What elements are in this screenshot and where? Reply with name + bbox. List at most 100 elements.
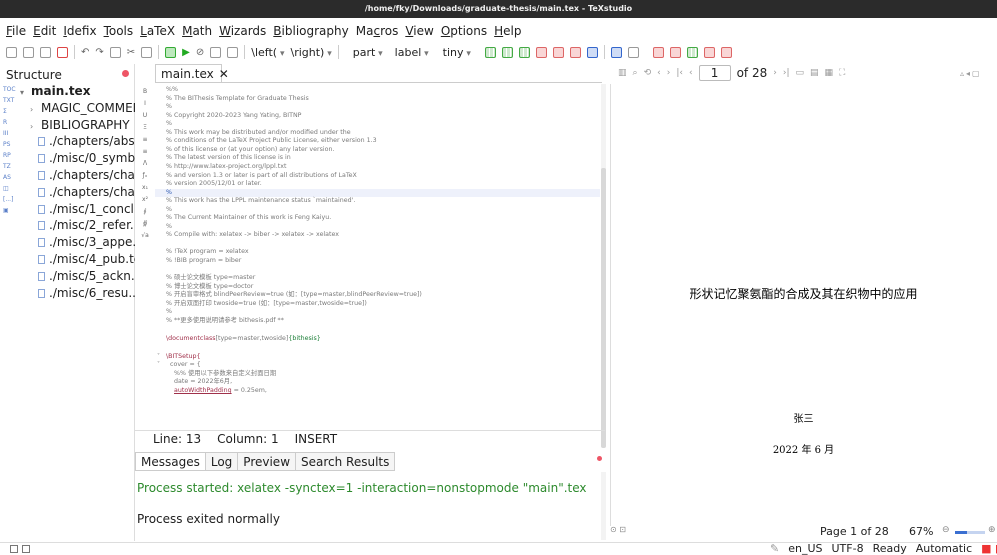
undo-icon[interactable]: ↶ [81, 47, 89, 58]
side-panel-icon[interactable]: TZ [3, 163, 17, 171]
new-file-icon[interactable] [6, 46, 17, 58]
expand-arrow-icon[interactable]: ▾ [20, 85, 28, 100]
zoom-in-icon[interactable]: ⊕ [988, 525, 996, 535]
format-icon[interactable]: x² [142, 196, 148, 203]
format-icon[interactable]: x₁ [142, 184, 148, 191]
insert-graphic-icon[interactable] [720, 46, 732, 58]
menu-item[interactable]: View [405, 24, 433, 38]
table-add-row-icon[interactable] [501, 46, 513, 58]
pdf-forward-icon[interactable]: › [667, 68, 671, 78]
tree-file-item[interactable]: ./misc/4_pub.tex [20, 251, 135, 268]
table-add-column-icon[interactable] [518, 46, 530, 58]
messages-scrollbar[interactable] [601, 472, 606, 540]
stop-icon[interactable]: ⊘ [196, 47, 204, 58]
close-file-icon[interactable] [57, 46, 68, 58]
pdf-last-page-icon[interactable]: ›| [783, 68, 790, 78]
format-icon[interactable]: Ξ [143, 124, 147, 131]
encoding-indicator[interactable]: UTF-8 [832, 542, 864, 555]
menu-item[interactable]: Options [441, 24, 487, 38]
side-panel-icon[interactable]: III [3, 130, 17, 138]
pdf-continuous-icon[interactable]: ▤ [810, 68, 819, 78]
copy-icon[interactable] [109, 46, 121, 58]
side-panel-icon[interactable]: R [3, 119, 17, 127]
right-delimiter-dropdown[interactable]: \right) [290, 46, 331, 59]
editor-scrollbar[interactable] [601, 84, 606, 448]
pdf-grid-icon[interactable]: ▦ [825, 68, 834, 78]
menu-item[interactable]: LaTeX [140, 24, 175, 38]
messages-close-icon[interactable] [597, 456, 602, 461]
font-size-dropdown[interactable]: tiny [443, 46, 471, 59]
tab-main-tex[interactable]: main.tex ✕ [155, 64, 229, 83]
insert-figure-icon[interactable] [703, 46, 715, 58]
language-indicator[interactable]: en_US [788, 542, 822, 555]
spellcheck-icon[interactable]: ✎ [770, 542, 779, 555]
side-panel-icon[interactable]: AS [3, 174, 17, 182]
status-flag-icon[interactable]: ■ ■ ■ [981, 542, 997, 555]
tree-file-item[interactable]: ./chapters/cha... [20, 167, 135, 184]
messages-tab[interactable]: Log [204, 452, 239, 471]
format-icon[interactable]: √a [141, 232, 149, 239]
insert-comment-icon[interactable] [669, 46, 681, 58]
tree-file-item[interactable]: ./misc/1_concl... [20, 201, 135, 218]
code-editor[interactable]: %%% The BIThesis Template for Graduate T… [155, 84, 600, 426]
pdf-sync-icon[interactable] [610, 46, 622, 58]
expand-arrow-icon[interactable]: › [30, 119, 38, 134]
tree-file-item[interactable]: ./chapters/cha... [20, 184, 135, 201]
pdf-back-icon[interactable]: ‹ [657, 68, 661, 78]
side-panel-icon[interactable]: Σ [3, 108, 17, 116]
table-cut-column-icon[interactable] [569, 46, 581, 58]
open-file-icon[interactable] [23, 46, 34, 58]
pdf-sync-toggle-icon[interactable]: ⊙ ⊡ [610, 525, 626, 534]
side-panel-icon[interactable]: ◫ [3, 185, 17, 193]
left-delimiter-dropdown[interactable]: \left( [251, 46, 284, 59]
format-icon[interactable]: ≡ [142, 148, 147, 155]
table-align-icon[interactable] [586, 46, 598, 58]
messages-tab[interactable]: Preview [237, 452, 297, 471]
side-panel-icon[interactable]: TOC [3, 86, 17, 94]
zoom-out-icon[interactable]: ⊖ [942, 525, 950, 535]
menu-item[interactable]: File [6, 24, 26, 38]
side-panel-icon[interactable]: ▣ [3, 207, 17, 215]
menu-item[interactable]: Macros [356, 24, 399, 38]
tree-group[interactable]: › BIBLIOGRAPHY [20, 117, 135, 134]
reference-dropdown[interactable]: label [395, 46, 429, 59]
table-icon[interactable] [484, 46, 496, 58]
paste-icon[interactable] [141, 46, 153, 58]
fold-icon[interactable]: ˅ [157, 361, 160, 368]
format-icon[interactable]: ∯ [143, 220, 148, 227]
pdf-page-input[interactable]: 1 [698, 65, 731, 81]
structure-close-icon[interactable] [122, 70, 129, 77]
menu-item[interactable]: Wizards [219, 24, 266, 38]
format-icon[interactable]: U [143, 112, 147, 119]
toggle-structure-icon[interactable] [10, 545, 18, 553]
pdf-window-controls-icon[interactable]: ▵◂▢ [960, 69, 982, 78]
format-icon[interactable]: ∮ [143, 208, 146, 215]
tree-root-main-tex[interactable]: ▾ main.tex [20, 83, 135, 100]
view-log-icon[interactable] [227, 46, 239, 58]
compile-mode[interactable]: Automatic [916, 542, 972, 555]
redo-icon[interactable]: ↷ [95, 47, 103, 58]
format-icon[interactable]: ≡ [142, 136, 147, 143]
pdf-menu-icon[interactable]: ▥ [618, 68, 627, 78]
format-icon[interactable]: ᐱ [143, 160, 147, 167]
format-icon[interactable]: ƒₓ [143, 172, 148, 179]
pdf-search-icon[interactable]: ⌕ [633, 68, 638, 78]
insert-image-icon[interactable] [652, 46, 664, 58]
menu-item[interactable]: Tools [104, 24, 134, 38]
tree-file-item[interactable]: ./chapters/abs... [20, 133, 135, 150]
fold-icon[interactable]: ˅ [157, 353, 160, 360]
pdf-external-icon[interactable] [627, 46, 639, 58]
format-icon[interactable]: B [143, 88, 147, 95]
compile-icon[interactable]: ▶ [182, 47, 190, 58]
side-panel-icon[interactable]: [...] [3, 196, 17, 204]
view-pdf-icon[interactable] [210, 46, 222, 58]
tree-group[interactable]: ›MAGIC_COMMEN... [20, 100, 135, 117]
side-panel-icon[interactable]: PS [3, 141, 17, 149]
pdf-fullscreen-icon[interactable]: ⛶ [839, 68, 845, 78]
table-remove-row-icon[interactable] [535, 46, 547, 58]
tree-file-item[interactable]: ./misc/3_appe... [20, 234, 135, 251]
build-view-icon[interactable] [165, 46, 177, 58]
pdf-first-page-icon[interactable]: |‹ [676, 68, 683, 78]
expand-arrow-icon[interactable]: › [30, 102, 38, 117]
menu-item[interactable]: Bibliography [273, 24, 348, 38]
